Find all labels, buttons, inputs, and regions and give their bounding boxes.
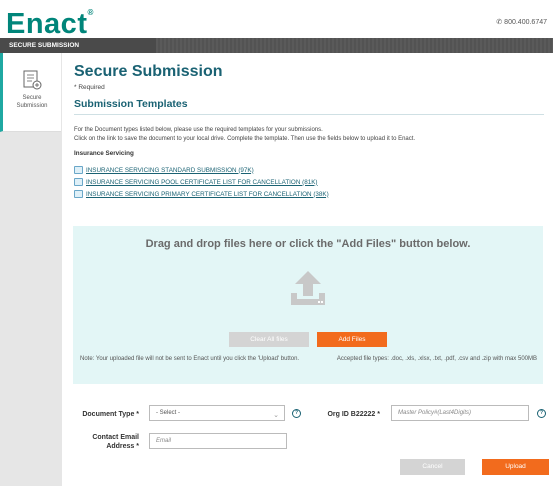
- main-content: Secure Submission * Required Submission …: [74, 63, 544, 200]
- page-title: Secure Submission: [74, 63, 223, 80]
- email-field[interactable]: Email: [149, 433, 287, 449]
- templates-title: Submission Templates: [74, 98, 544, 115]
- cancel-button[interactable]: Cancel: [400, 459, 465, 475]
- required-note: * Required: [74, 84, 105, 91]
- template-link[interactable]: INSURANCE SERVICING PRIMARY CERTIFICATE …: [74, 188, 544, 200]
- document-upload-icon: [22, 70, 42, 90]
- section-title: Insurance Servicing: [74, 150, 134, 157]
- instructions: For the Document types listed below, ple…: [74, 127, 416, 142]
- sidebar: Secure Submission: [0, 53, 62, 486]
- enact-logo[interactable]: Enact®: [6, 8, 94, 41]
- file-icon: [74, 190, 83, 198]
- drop-zone-title: Drag and drop files here or click the "A…: [145, 238, 471, 250]
- accepted-file-types: Accepted file types: .doc, .xls, .xlsx, …: [336, 356, 537, 362]
- template-link[interactable]: INSURANCE SERVICING STANDARD SUBMISSION …: [74, 164, 544, 176]
- document-type-label: Document Type *: [82, 411, 139, 418]
- help-icon[interactable]: ?: [292, 409, 301, 418]
- chevron-down-icon: ⌄: [273, 412, 279, 419]
- document-type-select[interactable]: - Select - ⌄: [149, 405, 285, 421]
- top-bar: SECURE SUBMISSION: [0, 38, 553, 53]
- upload-note: Note: Your uploaded file will not be sen…: [80, 356, 300, 362]
- add-files-button[interactable]: Add Files: [317, 332, 387, 347]
- page-section-title: SECURE SUBMISSION: [9, 42, 80, 49]
- master-policy-input[interactable]: Master Policy#(Last4Digits): [391, 405, 529, 421]
- sidebar-item-secure-submission[interactable]: Secure Submission: [0, 53, 61, 132]
- template-link[interactable]: INSURANCE SERVICING POOL CERTIFICATE LIS…: [74, 176, 544, 188]
- help-icon[interactable]: ?: [537, 409, 546, 418]
- sidebar-item-label: Submission: [16, 103, 48, 109]
- contact-email-label: Contact Email Address *: [92, 434, 139, 450]
- clear-all-files-button[interactable]: Clear All files: [229, 332, 309, 347]
- phone-icon: ✆: [496, 19, 503, 26]
- file-icon: [74, 178, 83, 186]
- sidebar-item-label: Secure: [22, 95, 42, 101]
- file-icon: [74, 166, 83, 174]
- org-id-label: Org ID B22222 *: [327, 411, 380, 418]
- upload-button[interactable]: Upload: [482, 459, 549, 475]
- phone-number: ✆ 800.400.6747: [496, 19, 547, 26]
- upload-icon: [287, 269, 329, 309]
- trademark-mark: ®: [87, 8, 94, 17]
- file-drop-zone[interactable]: Drag and drop files here or click the "A…: [73, 226, 543, 384]
